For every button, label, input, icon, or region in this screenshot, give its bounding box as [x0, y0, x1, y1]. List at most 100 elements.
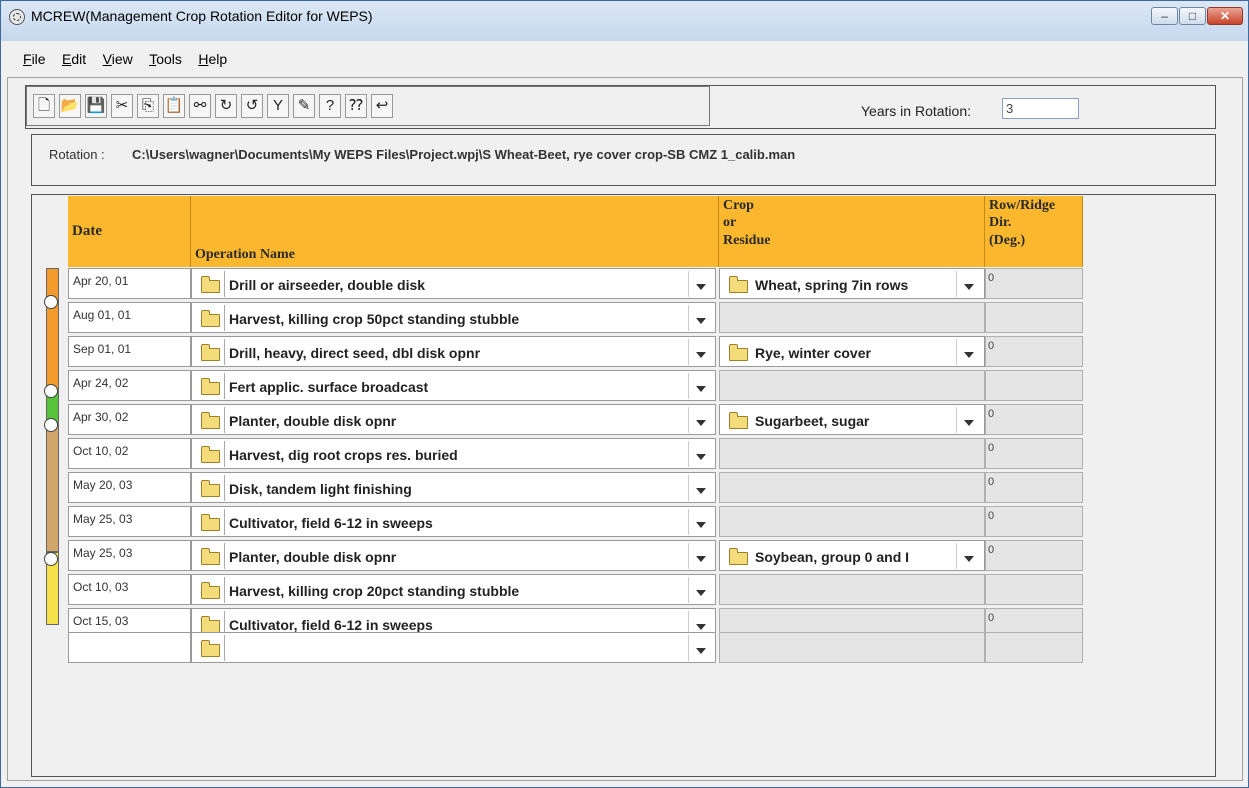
folder-icon[interactable] [201, 640, 220, 657]
dropdown-arrow-icon[interactable] [688, 543, 713, 569]
cut-scissors-icon[interactable]: ✂ [111, 94, 133, 118]
return-arrow-icon[interactable]: ↩ [371, 94, 393, 118]
row-dir-cell[interactable]: 0 [985, 336, 1083, 367]
years-in-rotation-input[interactable] [1002, 98, 1079, 119]
row-dir-cell[interactable]: 0 [985, 472, 1083, 503]
date-cell[interactable]: Aug 01, 01 [68, 302, 191, 333]
crop-cell-empty[interactable] [719, 506, 985, 537]
operation-combo[interactable]: Drill or airseeder, double disk [191, 268, 716, 299]
date-cell[interactable]: Oct 10, 03 [68, 574, 191, 605]
folder-icon[interactable] [201, 514, 220, 531]
dropdown-arrow-icon[interactable] [956, 271, 981, 297]
operation-combo[interactable] [191, 632, 716, 663]
date-cell[interactable] [68, 632, 191, 663]
operation-combo[interactable]: Drill, heavy, direct seed, dbl disk opnr [191, 336, 716, 367]
date-cell[interactable]: May 20, 03 [68, 472, 191, 503]
menu-tools[interactable]: Tools [149, 51, 182, 67]
filter-funnel-icon[interactable]: Y [267, 94, 289, 118]
date-cell[interactable]: Apr 20, 01 [68, 268, 191, 299]
folder-icon[interactable] [729, 548, 748, 565]
dropdown-arrow-icon[interactable] [688, 373, 713, 399]
row-dir-cell[interactable] [985, 302, 1083, 333]
date-cell[interactable]: Sep 01, 01 [68, 336, 191, 367]
folder-icon[interactable] [201, 344, 220, 361]
crop-combo[interactable]: Rye, winter cover [719, 336, 985, 367]
crop-cell-empty[interactable] [719, 370, 985, 401]
timeline-node[interactable] [44, 295, 58, 309]
crop-cell-empty[interactable] [719, 574, 985, 605]
crop-combo[interactable]: Wheat, spring 7in rows [719, 268, 985, 299]
dropdown-arrow-icon[interactable] [956, 339, 981, 365]
row-dir-cell[interactable] [985, 632, 1083, 663]
link-chain-icon[interactable]: ⚯ [189, 94, 211, 118]
dropdown-arrow-icon[interactable] [688, 407, 713, 433]
crop-cell-empty[interactable] [719, 472, 985, 503]
row-dir-cell[interactable] [985, 574, 1083, 605]
date-cell[interactable]: Oct 10, 02 [68, 438, 191, 469]
row-dir-cell[interactable]: 0 [985, 404, 1083, 435]
folder-icon[interactable] [729, 412, 748, 429]
crop-combo[interactable]: Sugarbeet, sugar [719, 404, 985, 435]
menu-edit[interactable]: Edit [62, 51, 86, 67]
crop-combo[interactable]: Soybean, group 0 and I [719, 540, 985, 571]
rotate-left-icon[interactable]: ↺ [241, 94, 263, 118]
operation-combo[interactable]: Harvest, killing crop 50pct standing stu… [191, 302, 716, 333]
dropdown-arrow-icon[interactable] [688, 509, 713, 535]
operation-combo[interactable]: Harvest, dig root crops res. buried [191, 438, 716, 469]
dropdown-arrow-icon[interactable] [688, 475, 713, 501]
operation-combo[interactable]: Fert applic. surface broadcast [191, 370, 716, 401]
dropdown-arrow-icon[interactable] [688, 271, 713, 297]
folder-icon[interactable] [201, 480, 220, 497]
rotate-right-icon[interactable]: ↻ [215, 94, 237, 118]
operation-combo[interactable]: Cultivator, field 6-12 in sweeps [191, 506, 716, 537]
crop-cell-empty[interactable] [719, 632, 985, 663]
timeline-node[interactable] [44, 552, 58, 566]
menu-file[interactable]: File [23, 51, 46, 67]
folder-icon[interactable] [201, 378, 220, 395]
dropdown-arrow-icon[interactable] [956, 543, 981, 569]
close-button[interactable]: ✕ [1207, 7, 1243, 25]
row-dir-cell[interactable]: 0 [985, 506, 1083, 537]
folder-icon[interactable] [201, 412, 220, 429]
folder-icon[interactable] [201, 446, 220, 463]
folder-icon[interactable] [201, 582, 220, 599]
dropdown-arrow-icon[interactable] [688, 305, 713, 331]
title-bar[interactable]: MCREW(Management Crop Rotation Editor fo… [1, 1, 1248, 41]
date-cell[interactable]: Apr 24, 02 [68, 370, 191, 401]
menu-view[interactable]: View [103, 51, 133, 67]
operation-combo[interactable]: Disk, tandem light finishing [191, 472, 716, 503]
row-dir-cell[interactable]: 0 [985, 438, 1083, 469]
folder-icon[interactable] [729, 276, 748, 293]
folder-icon[interactable] [201, 310, 220, 327]
open-folder-icon[interactable]: 📂 [59, 94, 81, 118]
help-bulb-icon[interactable]: ? [319, 94, 341, 118]
timeline-node[interactable] [44, 384, 58, 398]
maximize-button[interactable]: □ [1179, 7, 1206, 25]
context-help-icon[interactable]: ⁇ [345, 94, 367, 118]
dropdown-arrow-icon[interactable] [688, 635, 713, 661]
date-cell[interactable]: Apr 30, 02 [68, 404, 191, 435]
copy-icon[interactable]: ⎘ [137, 94, 159, 118]
date-cell[interactable]: May 25, 03 [68, 506, 191, 537]
paste-icon[interactable]: 📋 [163, 94, 185, 118]
dropdown-arrow-icon[interactable] [956, 407, 981, 433]
crop-cell-empty[interactable] [719, 438, 985, 469]
folder-icon[interactable] [201, 548, 220, 565]
timeline-node[interactable] [44, 418, 58, 432]
operation-combo[interactable]: Planter, double disk opnr [191, 404, 716, 435]
operation-combo[interactable]: Harvest, killing crop 20pct standing stu… [191, 574, 716, 605]
date-cell[interactable]: May 25, 03 [68, 540, 191, 571]
dropdown-arrow-icon[interactable] [688, 339, 713, 365]
row-dir-cell[interactable]: 0 [985, 540, 1083, 571]
folder-icon[interactable] [729, 344, 748, 361]
folder-icon[interactable] [201, 276, 220, 293]
row-dir-cell[interactable] [985, 370, 1083, 401]
pencil-edit-icon[interactable]: ✎ [293, 94, 315, 118]
new-file-icon[interactable]: 🗋 [33, 94, 55, 118]
minimize-button[interactable]: – [1151, 7, 1178, 25]
menu-help[interactable]: Help [198, 51, 227, 67]
operation-combo[interactable]: Planter, double disk opnr [191, 540, 716, 571]
crop-cell-empty[interactable] [719, 302, 985, 333]
dropdown-arrow-icon[interactable] [688, 577, 713, 603]
dropdown-arrow-icon[interactable] [688, 441, 713, 467]
